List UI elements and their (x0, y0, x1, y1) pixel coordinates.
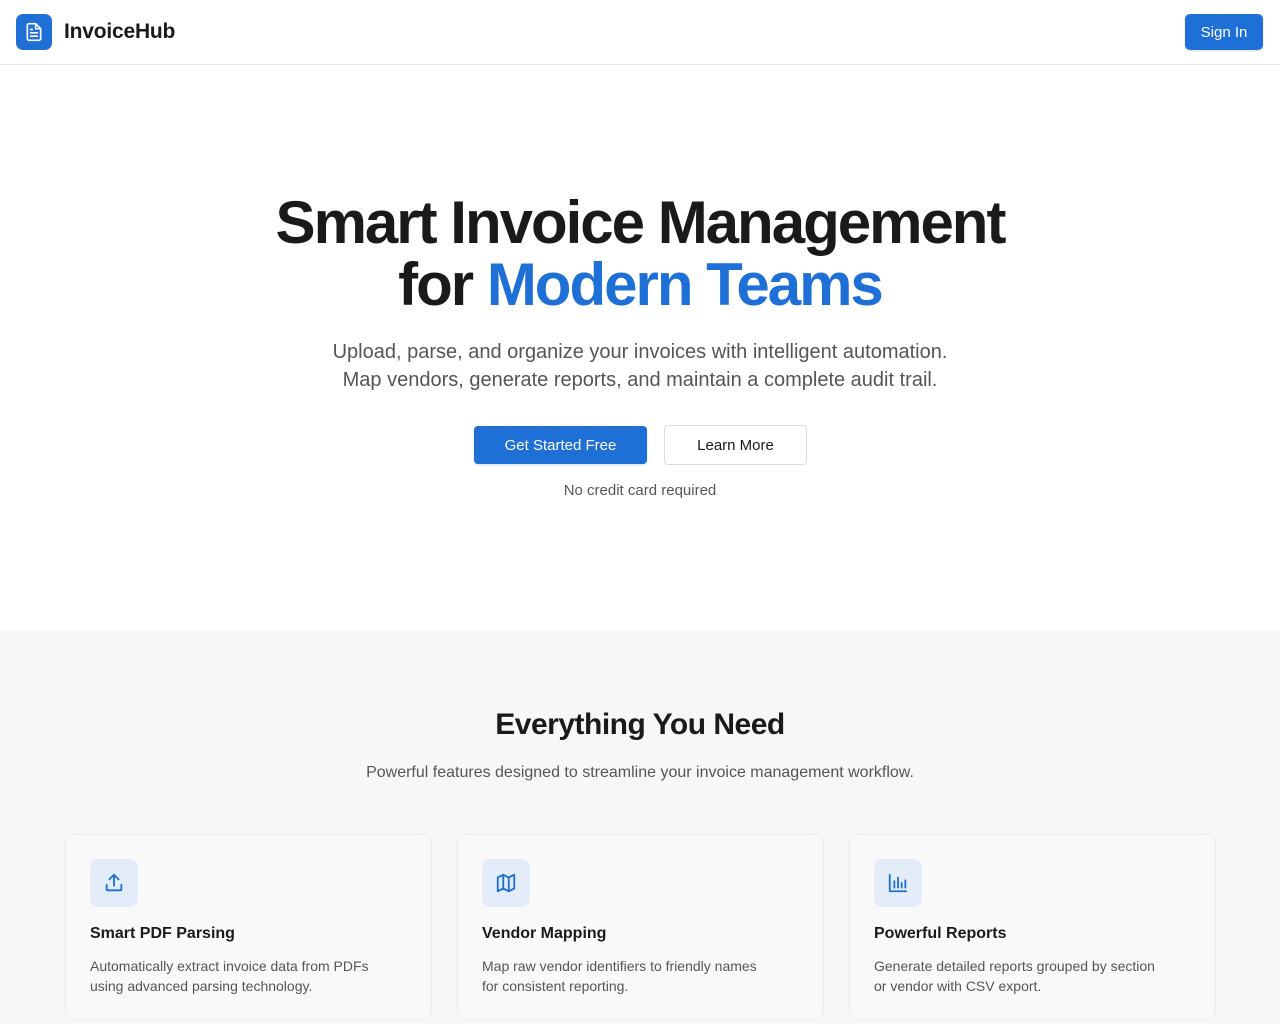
feature-card-vendor-mapping: Vendor Mapping Map raw vendor identifier… (457, 834, 824, 1020)
feature-description-line: for consistent reporting. (482, 978, 629, 994)
feature-title: Powerful Reports (874, 925, 1007, 942)
hero-title-prefix: for (398, 251, 474, 318)
hero-subtitle-line1: Upload, parse, and organize your invoice… (332, 341, 948, 363)
feature-description: Map raw vendor identifiers to friendly n… (482, 956, 792, 996)
feature-title: Smart PDF Parsing (90, 925, 235, 942)
hero-title-line1: Smart Invoice Management (275, 189, 1007, 256)
bar-chart-icon (874, 859, 922, 907)
feature-title: Vendor Mapping (482, 925, 607, 942)
features-section: Everything You Need Powerful features de… (0, 630, 1280, 1024)
learn-more-button[interactable]: Learn More (664, 425, 807, 465)
top-nav: InvoiceHub Sign In (0, 0, 1280, 65)
feature-description-line: or vendor with CSV export. (874, 978, 1042, 994)
feature-card-reports: Powerful Reports Generate detailed repor… (849, 834, 1216, 1020)
get-started-button[interactable]: Get Started Free (474, 426, 647, 464)
brand-name: InvoiceHub (64, 20, 176, 43)
hero-title-accent: Modern Teams (486, 251, 884, 318)
map-icon (482, 859, 530, 907)
document-icon (16, 14, 52, 50)
feature-description-line: Generate detailed reports grouped by sec… (874, 958, 1155, 974)
feature-card-pdf-parsing: Smart PDF Parsing Automatically extract … (65, 834, 432, 1020)
feature-description-line: Automatically extract invoice data from … (90, 958, 369, 974)
sign-in-button[interactable]: Sign In (1185, 14, 1263, 50)
features-subtitle: Powerful features designed to streamline… (366, 764, 914, 781)
upload-icon (90, 859, 138, 907)
feature-description-line: using advanced parsing technology. (90, 978, 313, 994)
hero-subtitle: Upload, parse, and organize your invoice… (0, 338, 1280, 394)
feature-description: Generate detailed reports grouped by sec… (874, 956, 1184, 996)
hero-title: Smart Invoice Management for Modern Team… (0, 192, 1280, 316)
features-title: Everything You Need (495, 708, 785, 741)
feature-description: Automatically extract invoice data from … (90, 956, 400, 996)
feature-description-line: Map raw vendor identifiers to friendly n… (482, 958, 757, 974)
no-credit-card-note: No credit card required (563, 482, 717, 499)
brand[interactable]: InvoiceHub (16, 14, 175, 50)
hero-subtitle-line2: Map vendors, generate reports, and maint… (342, 369, 938, 391)
